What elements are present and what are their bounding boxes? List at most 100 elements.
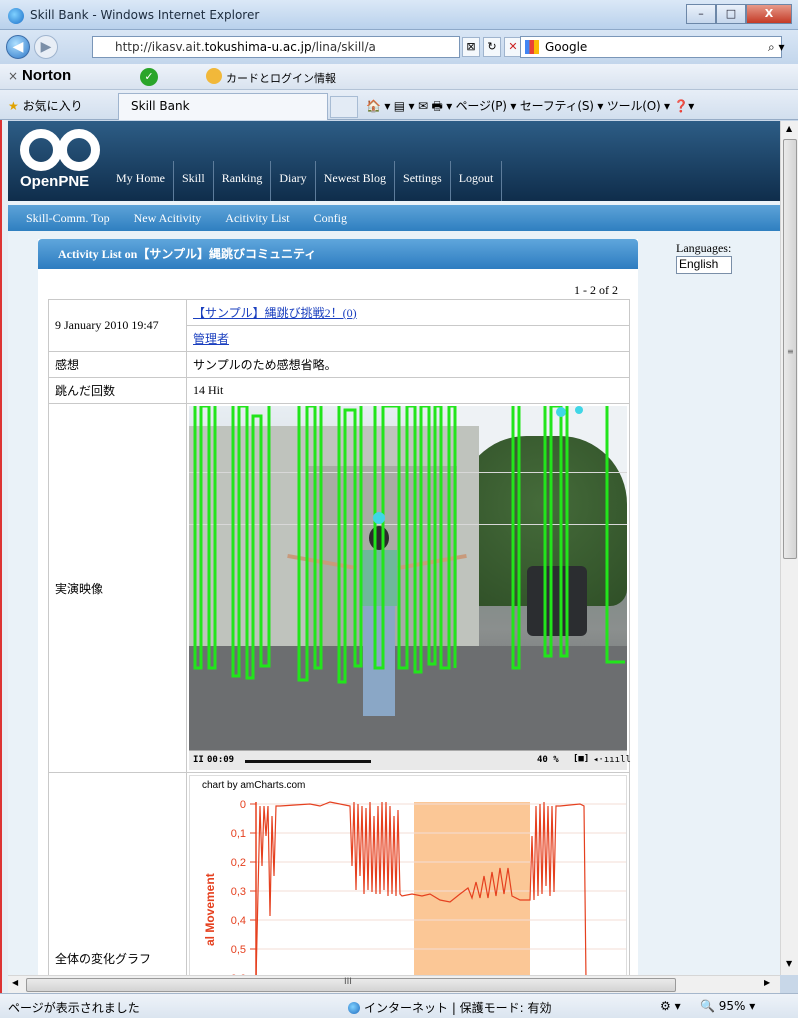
tab-skill-bank[interactable]: Skill Bank: [118, 93, 328, 120]
favorites-label: お気に入り: [22, 99, 83, 113]
speaker-icon[interactable]: ◂·ıııll: [593, 755, 631, 765]
window-title: Skill Bank - Windows Internet Explorer: [30, 8, 260, 22]
vertical-scrollbar[interactable]: ▲ ≡ ▼: [780, 121, 798, 975]
minimize-button[interactable]: –: [686, 4, 716, 24]
chart-credit: chart by amCharts.com: [202, 780, 306, 791]
video-progress-bar[interactable]: [245, 760, 371, 763]
chart-tick-label: 0,2: [231, 857, 246, 869]
norton-close-icon[interactable]: ×: [8, 69, 18, 83]
favorites-bar: ★ お気に入り Skill Bank 🏠 ▾ ▤ ▾ ✉ 🖶 ▾ ページ(P) …: [0, 90, 798, 120]
video-controls: II 00:09 40 % [■] ◂·ıııll: [189, 750, 631, 770]
ie-logo-icon: [8, 8, 24, 24]
nav-ranking[interactable]: Ranking: [214, 161, 272, 201]
chart-tick-label: 0,1: [231, 828, 246, 840]
activity-date: 9 January 2010 19:47: [48, 299, 187, 352]
video-frame[interactable]: [189, 406, 627, 750]
close-button[interactable]: X: [746, 4, 792, 24]
status-bar: ページが表示されました インターネット | 保護モード: 有効 ⚙ ▾ 🔍 95…: [0, 993, 798, 1018]
zoom-level[interactable]: 🔍 95% ▾: [700, 999, 755, 1013]
subnav-new-activity[interactable]: New Acitivity: [122, 205, 214, 231]
compat-view-icon[interactable]: ⊠: [462, 37, 480, 57]
back-button[interactable]: ◀: [6, 35, 30, 59]
fullscreen-icon[interactable]: [■]: [573, 754, 589, 764]
horizontal-scrollbar[interactable]: ◀ III ▶: [8, 975, 780, 993]
activity-list-header: Activity List on【サンプル】縄跳びコミュニティ: [38, 239, 638, 269]
activity-author-link[interactable]: 管理者: [193, 332, 229, 346]
chart-svg: 00,10,20,30,40,50,6 al Movement: [203, 799, 626, 975]
video-label: 実演映像: [48, 403, 187, 773]
nav-skill[interactable]: Skill: [174, 161, 214, 201]
scroll-grip-icon: ≡: [787, 347, 794, 356]
url-prefix: http://ikasv.ait.: [115, 40, 205, 54]
table-row: 跳んだ回数 14 Hit: [48, 377, 630, 404]
new-tab-button[interactable]: [330, 96, 358, 118]
search-input[interactable]: Google: [520, 36, 782, 58]
url-domain: tokushima-u.ac.jp: [204, 40, 312, 54]
language-select[interactable]: English: [676, 256, 732, 274]
table-row: 9 January 2010 19:47 【サンプル】縄跳び挑戦2！(0): [48, 299, 630, 352]
site-logo-text: OpenPNE: [20, 173, 90, 190]
subnav-skill-comm-top[interactable]: Skill-Comm. Top: [14, 205, 122, 231]
forward-button[interactable]: ▶: [34, 35, 58, 59]
norton-card-menu[interactable]: カードとログイン情報: [226, 70, 336, 86]
title-bar: Skill Bank - Windows Internet Explorer –…: [0, 0, 798, 30]
scroll-right-icon[interactable]: ▶: [764, 978, 770, 987]
activity-title-link[interactable]: 【サンプル】縄跳び挑戦2！(0): [193, 306, 357, 320]
volume-level: 40 %: [537, 755, 559, 765]
address-toolbar: ◀ ▶ http://ikasv.ait.tokushima-u.ac.jp/l…: [0, 30, 798, 64]
command-bar[interactable]: 🏠 ▾ ▤ ▾ ✉ 🖶 ▾ ページ(P) ▾ セーフティ(S) ▾ ツール(O)…: [366, 97, 694, 118]
main-nav: My Home Skill Ranking Diary Newest Blog …: [108, 161, 503, 201]
video-player[interactable]: II 00:09 40 % [■] ◂·ıııll: [189, 406, 631, 770]
table-row: 感想 サンプルのため感想省略。: [48, 351, 630, 378]
row-label: 感想: [48, 351, 187, 378]
page-viewport: OpenPNE My Home Skill Ranking Diary Newe…: [8, 121, 780, 975]
favorites-button[interactable]: ★ お気に入り: [8, 97, 83, 114]
search-engine-label: Google: [545, 40, 588, 54]
row-value: サンプルのため感想省略。: [186, 351, 630, 378]
scroll-up-icon[interactable]: ▲: [786, 124, 792, 133]
row-value: 14 Hit: [186, 377, 630, 404]
hscroll-grip-icon: III: [344, 977, 352, 987]
nav-newest-blog[interactable]: Newest Blog: [316, 161, 396, 201]
nav-logout[interactable]: Logout: [451, 161, 503, 201]
graph-label: 全体の変化グラフ: [48, 772, 187, 975]
security-zone[interactable]: インターネット | 保護モード: 有効: [348, 999, 552, 1016]
protected-mode-icon[interactable]: ⚙ ▾: [660, 999, 681, 1013]
nav-settings[interactable]: Settings: [395, 161, 451, 201]
security-zone-text: インターネット | 保護モード: 有効: [364, 1001, 552, 1015]
scroll-left-icon[interactable]: ◀: [12, 978, 18, 987]
nav-diary[interactable]: Diary: [271, 161, 316, 201]
activity-table: 9 January 2010 19:47 【サンプル】縄跳び挑戦2！(0) 管理…: [48, 299, 631, 975]
subnav-config[interactable]: Config: [302, 205, 359, 231]
nav-my-home[interactable]: My Home: [108, 161, 174, 201]
graph-cell: chart by amCharts.com 00,10,20,30,40,50,…: [186, 772, 630, 975]
refresh-icon[interactable]: ↻: [483, 37, 501, 57]
video-cell: II 00:09 40 % [■] ◂·ıııll: [186, 403, 631, 773]
address-input[interactable]: http://ikasv.ait.tokushima-u.ac.jp/lina/…: [92, 36, 460, 58]
address-actions: ⊠ ↻ ✕: [462, 37, 522, 57]
openpne-logo-icon: [20, 129, 104, 173]
chart-tick-label: 0,5: [231, 944, 246, 956]
pause-button[interactable]: II: [193, 755, 204, 765]
zoom-value: 95%: [718, 999, 746, 1013]
scroll-down-icon[interactable]: ▼: [786, 959, 792, 968]
maximize-button[interactable]: □: [716, 4, 746, 24]
video-time: 00:09: [207, 755, 235, 765]
url-rest: /lina/skill/a: [311, 40, 376, 54]
chart-ticks: 00,10,20,30,40,50,6: [231, 799, 256, 975]
languages-label: Languages:: [676, 241, 732, 255]
norton-menu[interactable]: Norton: [22, 67, 71, 84]
window-controls: – □ X: [686, 4, 792, 24]
norton-check-icon[interactable]: ✓: [140, 68, 158, 86]
star-icon: ★: [8, 99, 19, 113]
movement-chart[interactable]: chart by amCharts.com 00,10,20,30,40,50,…: [189, 775, 627, 975]
search-icon[interactable]: ⌕ ▾: [768, 40, 785, 55]
norton-toolbar: × Norton ✓ カードとログイン情報: [0, 64, 798, 90]
subnav-activity-list[interactable]: Acitivity List: [213, 205, 301, 231]
globe-icon: [348, 1002, 360, 1014]
window-edge: [0, 120, 8, 993]
community-subnav: Skill-Comm. Top New Acitivity Acitivity …: [8, 205, 780, 231]
language-selector: Languages: English: [676, 241, 780, 274]
activity-title-cell: 【サンプル】縄跳び挑戦2！(0): [186, 299, 630, 326]
google-icon: [525, 40, 539, 54]
